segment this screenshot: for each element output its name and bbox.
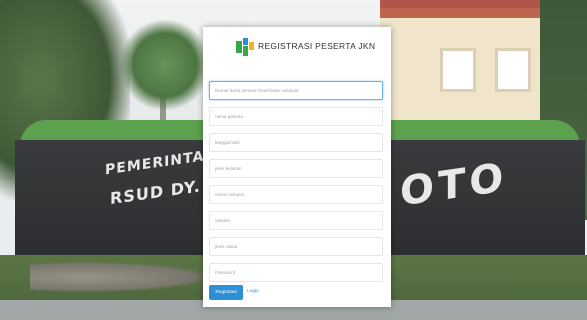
screen: PEMERINTAH KABUP RSUD DY. M.M D OTO REGI… xyxy=(0,0,587,320)
jenis-kelamin-input[interactable] xyxy=(209,159,383,178)
jkn-logo-icon xyxy=(236,38,254,56)
tanggal-lahir-input[interactable] xyxy=(209,133,383,152)
nomor-kartu-input[interactable] xyxy=(209,81,383,100)
catatan-input[interactable] xyxy=(209,211,383,230)
nama-peserta-input[interactable] xyxy=(209,107,383,126)
login-link[interactable]: Login xyxy=(247,289,259,294)
registration-card: REGISTRASI PESERTA JKN Registrasi Login xyxy=(203,27,391,307)
card-header: REGISTRASI PESERTA JKN xyxy=(203,37,391,57)
password-input[interactable] xyxy=(209,263,383,282)
nomor-telepon-input[interactable] xyxy=(209,185,383,204)
jenis-rawat-input[interactable] xyxy=(209,237,383,256)
page-title: REGISTRASI PESERTA JKN xyxy=(258,41,376,51)
register-button[interactable]: Registrasi xyxy=(209,285,243,300)
